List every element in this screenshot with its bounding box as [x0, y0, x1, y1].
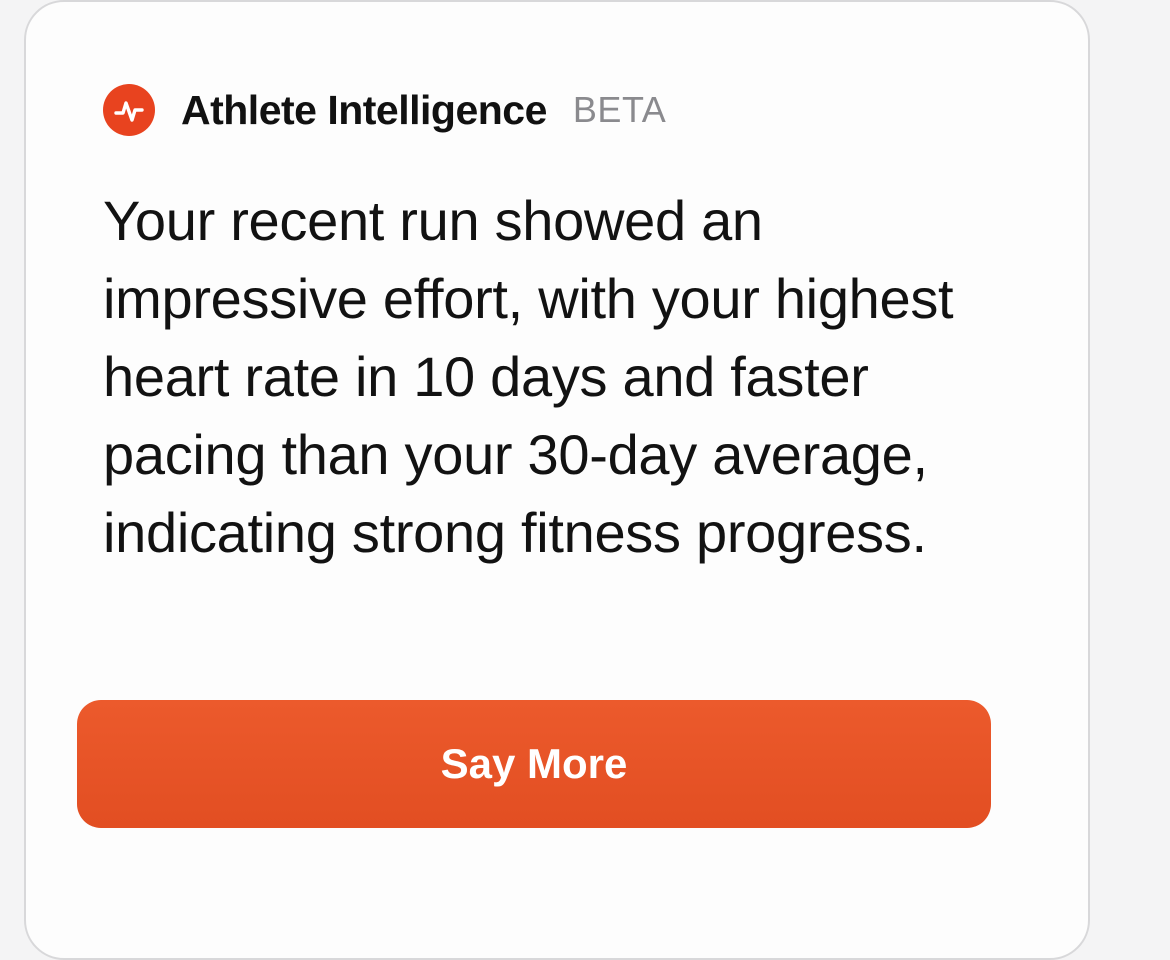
insight-message: Your recent run showed an impressive eff… — [103, 189, 954, 564]
beta-badge: BETA — [572, 89, 667, 130]
strava-pulse-icon — [103, 84, 155, 136]
say-more-button[interactable]: Say More — [77, 700, 991, 828]
card-header: Athlete Intelligence BETA — [103, 80, 666, 140]
app-title: Athlete Intelligence — [181, 86, 547, 133]
